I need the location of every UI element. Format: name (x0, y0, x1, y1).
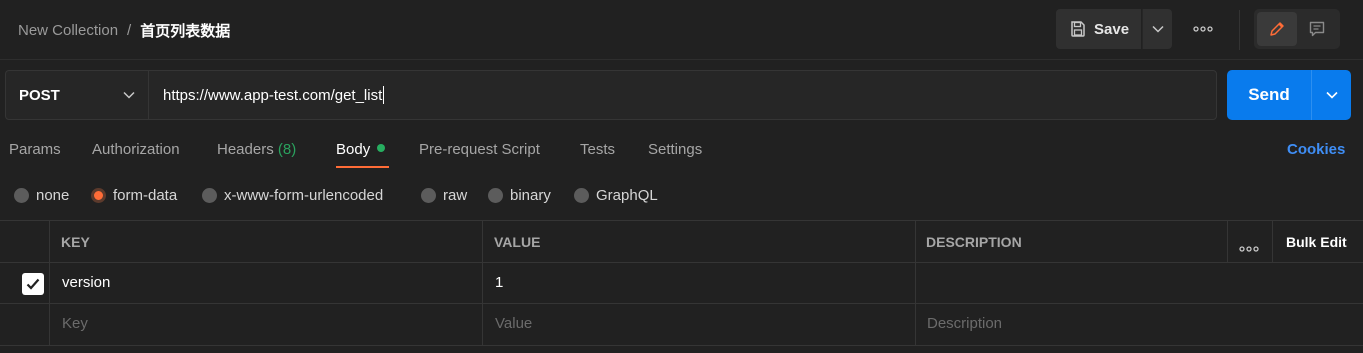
column-divider (915, 220, 916, 346)
tab-body-label: Body (336, 141, 371, 158)
breadcrumb-separator: / (127, 22, 132, 39)
send-button[interactable]: Send (1227, 70, 1311, 120)
breadcrumb: New Collection / 首页列表数据 (18, 20, 230, 41)
text-cursor (383, 86, 385, 104)
radio-icon (574, 188, 589, 203)
table-border (0, 262, 1363, 263)
form-data-table: KEY VALUE DESCRIPTION Bulk Edit version … (0, 220, 1363, 346)
comments-button[interactable] (1297, 12, 1337, 46)
more-actions-button[interactable] (1186, 18, 1220, 40)
comment-icon (1309, 21, 1325, 37)
breadcrumb-collection[interactable]: New Collection (18, 22, 118, 39)
body-type-label: form-data (113, 187, 178, 204)
breadcrumb-request-name[interactable]: 首页列表数据 (140, 20, 230, 41)
row-key[interactable]: version (62, 274, 110, 291)
new-key-input[interactable]: Key (62, 315, 88, 332)
more-icon (1239, 246, 1259, 252)
radio-icon (14, 188, 29, 203)
chevron-down-icon (123, 91, 135, 99)
chevron-down-icon (1325, 91, 1338, 99)
table-border (0, 345, 1363, 346)
column-header-description: DESCRIPTION (926, 234, 1022, 250)
tab-authorization[interactable]: Authorization (92, 141, 180, 158)
body-type-none[interactable]: none (14, 187, 69, 204)
body-type-form-data[interactable]: form-data (91, 187, 177, 204)
active-tab-indicator (336, 166, 389, 168)
table-border (0, 303, 1363, 304)
new-description-input[interactable]: Description (927, 315, 1002, 332)
method-select[interactable]: POST (5, 70, 149, 120)
tab-authorization-label: Authorization (92, 141, 180, 158)
send-options-button[interactable] (1311, 70, 1351, 120)
tab-tests[interactable]: Tests (580, 141, 615, 158)
row-value[interactable]: 1 (495, 274, 503, 291)
body-type-label: GraphQL (596, 187, 658, 204)
tab-pre-request-script[interactable]: Pre-request Script (419, 141, 540, 158)
column-header-key: KEY (61, 234, 90, 250)
body-type-graphql[interactable]: GraphQL (574, 187, 658, 204)
save-icon (1071, 21, 1085, 37)
body-type-label: x-www-form-urlencoded (224, 187, 384, 204)
column-header-value: VALUE (494, 234, 541, 250)
save-group: Save (1056, 9, 1172, 49)
column-divider (1227, 220, 1228, 262)
chevron-down-icon (1151, 25, 1164, 33)
tab-params-label: Params (9, 141, 61, 158)
headers-count: (8) (277, 141, 297, 158)
column-divider (49, 220, 50, 346)
body-type-binary[interactable]: binary (488, 187, 551, 204)
edit-mode-button[interactable] (1257, 12, 1297, 46)
edit-icon (1270, 22, 1284, 36)
body-type-label: raw (443, 187, 468, 204)
column-divider (1272, 220, 1273, 262)
save-button[interactable]: Save (1056, 9, 1141, 49)
tab-tests-label: Tests (580, 141, 616, 158)
send-group: Send (1227, 70, 1351, 120)
method-label: POST (19, 86, 60, 104)
check-icon (26, 278, 40, 290)
radio-checked-icon (91, 188, 106, 203)
body-type-label: none (36, 187, 70, 204)
tab-headers-label: Headers (217, 141, 274, 158)
tab-pre-request-label: Pre-request Script (419, 141, 540, 158)
body-type-raw[interactable]: raw (421, 187, 467, 204)
table-options-button[interactable] (1239, 239, 1259, 256)
url-input[interactable]: https://www.app-test.com/get_list (148, 70, 1217, 120)
radio-icon (488, 188, 503, 203)
column-divider (482, 220, 483, 346)
tab-settings[interactable]: Settings (648, 141, 702, 158)
view-mode-toggle (1254, 9, 1340, 49)
radio-icon (421, 188, 436, 203)
tab-params[interactable]: Params (9, 141, 61, 158)
body-type-label: binary (510, 187, 551, 204)
row-enabled-checkbox[interactable] (22, 273, 44, 295)
header-divider (1239, 10, 1240, 50)
request-header: New Collection / 首页列表数据 Save (0, 0, 1363, 60)
table-border (0, 220, 1363, 221)
bulk-edit-button[interactable]: Bulk Edit (1286, 234, 1347, 250)
body-type-urlencoded[interactable]: x-www-form-urlencoded (202, 187, 383, 204)
more-icon (1193, 26, 1213, 32)
save-label: Save (1094, 20, 1130, 38)
radio-icon (202, 188, 217, 203)
tab-settings-label: Settings (648, 141, 703, 158)
url-value: https://www.app-test.com/get_list (163, 86, 383, 104)
cookies-link[interactable]: Cookies (1287, 141, 1345, 158)
tab-body[interactable]: Body (336, 141, 386, 158)
tab-headers[interactable]: Headers (8) (217, 141, 296, 158)
new-value-input[interactable]: Value (495, 315, 532, 332)
body-status-dot (377, 144, 386, 153)
save-options-button[interactable] (1142, 9, 1172, 49)
